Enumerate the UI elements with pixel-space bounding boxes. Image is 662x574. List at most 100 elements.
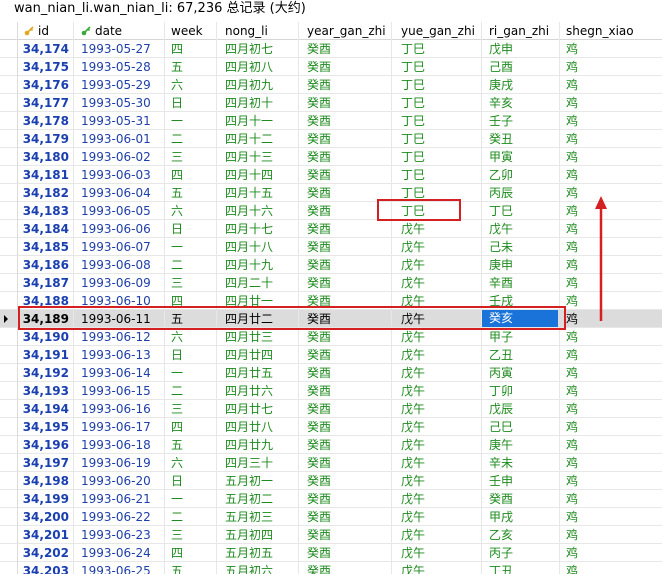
row-gutter[interactable] <box>0 256 18 274</box>
cell-year-gan-zhi[interactable]: 癸酉 <box>299 130 392 148</box>
cell-shegn-xiao[interactable]: 鸡 <box>560 130 662 148</box>
cell-yue-gan-zhi[interactable]: 戊午 <box>392 274 482 292</box>
cell-date[interactable]: 1993-05-28 <box>74 58 165 76</box>
cell-year-gan-zhi[interactable]: 癸酉 <box>299 148 392 166</box>
cell-date[interactable]: 1993-05-29 <box>74 76 165 94</box>
table-row[interactable]: 34,174 1993-05-27 四四月初七 癸酉 丁巳 戊申鸡 <box>0 40 662 58</box>
cell-yue-gan-zhi[interactable]: 戊午 <box>392 544 482 562</box>
cell-yue-gan-zhi[interactable]: 戊午 <box>392 508 482 526</box>
column-header-shegn-xiao[interactable]: shegn_xiao <box>560 22 662 40</box>
cell-yue-gan-zhi[interactable]: 丁巳 <box>392 148 482 166</box>
cell-ri-gan-zhi[interactable]: 丁巳 <box>482 202 560 220</box>
row-gutter[interactable] <box>0 508 18 526</box>
cell-date[interactable]: 1993-06-25 <box>74 562 165 574</box>
cell-ri-gan-zhi[interactable]: 辛未 <box>482 454 560 472</box>
cell-week[interactable]: 三 <box>165 400 217 418</box>
cell-yue-gan-zhi[interactable]: 丁巳 <box>392 130 482 148</box>
row-gutter[interactable] <box>0 130 18 148</box>
table-row[interactable]: 34,186 1993-06-08 二四月十九 癸酉 戊午 庚申鸡 <box>0 256 662 274</box>
cell-ri-gan-zhi[interactable]: 甲戌 <box>482 508 560 526</box>
row-gutter[interactable] <box>0 400 18 418</box>
cell-date[interactable]: 1993-06-05 <box>74 202 165 220</box>
cell-year-gan-zhi[interactable]: 癸酉 <box>299 328 392 346</box>
row-gutter[interactable] <box>0 220 18 238</box>
cell-yue-gan-zhi[interactable]: 戊午 <box>392 490 482 508</box>
cell-shegn-xiao[interactable]: 鸡 <box>560 94 662 112</box>
cell-yue-gan-zhi[interactable]: 戊午 <box>392 220 482 238</box>
row-gutter[interactable] <box>0 238 18 256</box>
row-gutter[interactable] <box>0 58 18 76</box>
cell-week[interactable]: 五 <box>165 184 217 202</box>
cell-yue-gan-zhi[interactable]: 戊午 <box>392 310 482 328</box>
cell-id[interactable]: 34,202 <box>18 544 74 562</box>
table-row[interactable]: 34,185 1993-06-07 一四月十八 癸酉 戊午 己未鸡 <box>0 238 662 256</box>
column-header-year-gan-zhi[interactable]: year_gan_zhi <box>299 22 392 40</box>
cell-week[interactable]: 六 <box>165 202 217 220</box>
cell-yue-gan-zhi[interactable]: 戊午 <box>392 562 482 574</box>
cell-year-gan-zhi[interactable]: 癸酉 <box>299 274 392 292</box>
cell-id[interactable]: 34,192 <box>18 364 74 382</box>
cell-date[interactable]: 1993-06-11 <box>74 310 165 328</box>
row-gutter[interactable] <box>0 454 18 472</box>
cell-date[interactable]: 1993-06-24 <box>74 544 165 562</box>
table-row[interactable]: 34,197 1993-06-19 六四月三十 癸酉 戊午 辛未鸡 <box>0 454 662 472</box>
cell-ri-gan-zhi[interactable]: 己未 <box>482 238 560 256</box>
cell-yue-gan-zhi[interactable]: 戊午 <box>392 400 482 418</box>
cell-ri-gan-zhi[interactable]: 己酉 <box>482 58 560 76</box>
cell-ri-gan-zhi[interactable]: 戊辰 <box>482 400 560 418</box>
cell-ri-gan-zhi[interactable]: 壬子 <box>482 112 560 130</box>
cell-week[interactable]: 三 <box>165 148 217 166</box>
cell-id[interactable]: 34,203 <box>18 562 74 574</box>
row-gutter[interactable] <box>0 184 18 202</box>
row-gutter[interactable] <box>0 94 18 112</box>
cell-nong-li[interactable]: 五月初二 <box>217 490 299 508</box>
cell-shegn-xiao[interactable]: 鸡 <box>560 490 662 508</box>
cell-ri-gan-zhi[interactable]: 甲子 <box>482 328 560 346</box>
cell-yue-gan-zhi[interactable]: 丁巳 <box>392 40 482 58</box>
cell-nong-li[interactable]: 四月廿八 <box>217 418 299 436</box>
table-row-selected[interactable]: 34,189 1993-06-11 五四月廿二 癸酉 戊午 癸亥鸡 <box>0 310 662 328</box>
cell-shegn-xiao[interactable]: 鸡 <box>560 346 662 364</box>
cell-year-gan-zhi[interactable]: 癸酉 <box>299 58 392 76</box>
cell-shegn-xiao[interactable]: 鸡 <box>560 256 662 274</box>
cell-week[interactable]: 日 <box>165 94 217 112</box>
cell-shegn-xiao[interactable]: 鸡 <box>560 238 662 256</box>
cell-shegn-xiao[interactable]: 鸡 <box>560 76 662 94</box>
row-gutter[interactable] <box>0 544 18 562</box>
cell-yue-gan-zhi[interactable]: 戊午 <box>392 418 482 436</box>
cell-week[interactable]: 二 <box>165 508 217 526</box>
cell-yue-gan-zhi[interactable]: 丁巳 <box>392 202 482 220</box>
cell-yue-gan-zhi[interactable]: 丁巳 <box>392 58 482 76</box>
cell-ri-gan-zhi[interactable]: 丙寅 <box>482 364 560 382</box>
cell-ri-gan-zhi[interactable]: 乙卯 <box>482 166 560 184</box>
row-gutter[interactable] <box>0 76 18 94</box>
cell-id[interactable]: 34,183 <box>18 202 74 220</box>
cell-id[interactable]: 34,186 <box>18 256 74 274</box>
cell-nong-li[interactable]: 四月廿七 <box>217 400 299 418</box>
cell-nong-li[interactable]: 四月初八 <box>217 58 299 76</box>
cell-nong-li[interactable]: 四月廿一 <box>217 292 299 310</box>
cell-week[interactable]: 五 <box>165 310 217 328</box>
table-row[interactable]: 34,178 1993-05-31 一四月十一 癸酉 丁巳 壬子鸡 <box>0 112 662 130</box>
cell-shegn-xiao[interactable]: 鸡 <box>560 112 662 130</box>
row-gutter[interactable] <box>0 382 18 400</box>
cell-week[interactable]: 二 <box>165 256 217 274</box>
cell-week[interactable]: 一 <box>165 490 217 508</box>
row-gutter[interactable] <box>0 310 18 328</box>
cell-id[interactable]: 34,195 <box>18 418 74 436</box>
cell-nong-li[interactable]: 四月初九 <box>217 76 299 94</box>
cell-yue-gan-zhi[interactable]: 丁巳 <box>392 184 482 202</box>
cell-shegn-xiao[interactable]: 鸡 <box>560 508 662 526</box>
data-grid[interactable]: id date week nong_li year_gan_zhi yue_ga… <box>0 22 662 574</box>
cell-date[interactable]: 1993-06-20 <box>74 472 165 490</box>
cell-week[interactable]: 六 <box>165 76 217 94</box>
cell-shegn-xiao[interactable]: 鸡 <box>560 544 662 562</box>
table-row[interactable]: 34,183 1993-06-05 六四月十六 癸酉 丁巳 丁巳鸡 <box>0 202 662 220</box>
cell-date[interactable]: 1993-06-17 <box>74 418 165 436</box>
cell-shegn-xiao[interactable]: 鸡 <box>560 400 662 418</box>
cell-nong-li[interactable]: 四月十一 <box>217 112 299 130</box>
cell-shegn-xiao[interactable]: 鸡 <box>560 382 662 400</box>
cell-date[interactable]: 1993-06-03 <box>74 166 165 184</box>
cell-date[interactable]: 1993-05-31 <box>74 112 165 130</box>
cell-id[interactable]: 34,175 <box>18 58 74 76</box>
